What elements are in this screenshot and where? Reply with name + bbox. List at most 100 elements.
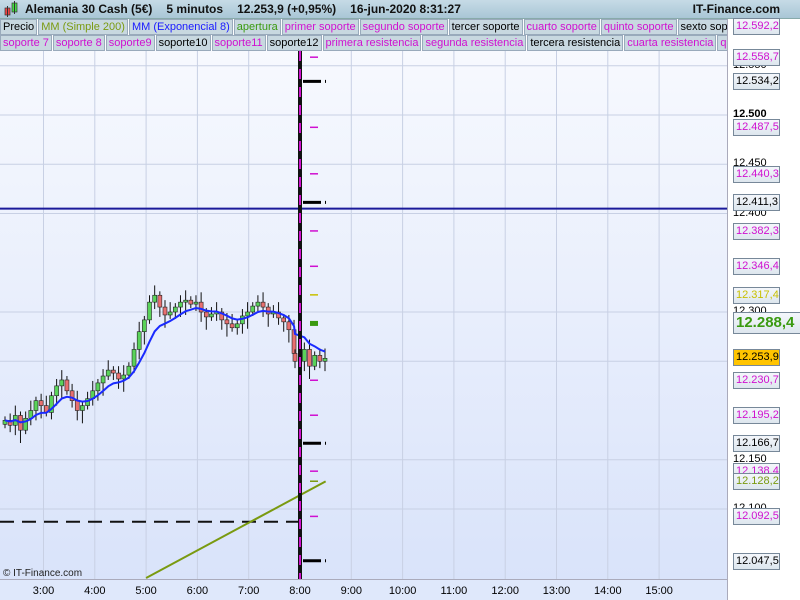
- x-tick-label: 9:00: [340, 585, 363, 597]
- candle: [100, 375, 106, 384]
- legend-row-2: soporte 7 soporte 8 soporte9 soporte10 sopor…: [0, 35, 727, 51]
- candle: [183, 299, 188, 303]
- candle: [59, 379, 65, 387]
- price-chart[interactable]: [0, 51, 727, 579]
- candle: [157, 294, 163, 308]
- legend-item[interactable]: soporte 7: [0, 35, 52, 51]
- level-label: 12.253,9: [733, 349, 780, 367]
- legend-item[interactable]: primer soporte: [281, 19, 359, 35]
- level-label: 12.166,7: [733, 435, 780, 453]
- candle: [250, 305, 256, 313]
- time-axis: 3:00 4:00 5:00 6:00 7:00 8:00 9:00 10:00 11:00 12…: [0, 579, 727, 600]
- candle: [193, 301, 199, 305]
- x-tick-label: 7:00: [237, 585, 260, 597]
- candle: [317, 355, 323, 362]
- last-price: 12.253,9 (+0,95%): [237, 2, 337, 16]
- candle: [307, 349, 312, 367]
- x-tick-label: 14:00: [594, 585, 622, 597]
- x-tick-label: 12:00: [491, 585, 519, 597]
- datetime: 16-jun-2020 8:31:27: [350, 2, 461, 16]
- candle: [54, 385, 59, 397]
- candle: [281, 317, 287, 323]
- candle: [147, 301, 152, 321]
- x-tick-label: 10:00: [388, 585, 417, 597]
- candle: [260, 301, 266, 308]
- timeframe[interactable]: 5 minutos: [166, 2, 223, 16]
- candle: [286, 321, 292, 331]
- x-tick-label: 13:00: [542, 585, 571, 597]
- candle: [178, 301, 183, 308]
- candle: [302, 349, 307, 362]
- candle: [167, 311, 173, 316]
- candle: [203, 311, 209, 318]
- x-tick-label: 8:00: [289, 585, 311, 597]
- candle: [105, 369, 111, 377]
- x-tick-label: 4:00: [84, 585, 106, 597]
- legend-item[interactable]: segunda resistencia: [422, 35, 527, 51]
- candle: [142, 319, 147, 333]
- legend-item[interactable]: primera resistencia: [322, 35, 422, 51]
- legend-item[interactable]: soporte12: [266, 35, 322, 51]
- legend-item[interactable]: tercer soporte: [448, 19, 523, 35]
- level-label: 12.411,3: [733, 194, 780, 212]
- candle: [95, 382, 101, 392]
- legend-item[interactable]: cuarto soporte: [523, 19, 600, 35]
- level-label: 12.534,2: [733, 73, 780, 91]
- candle: [74, 400, 80, 411]
- x-tick-label: 5:00: [135, 585, 157, 597]
- level-label: 12.346,4: [733, 258, 780, 276]
- candle: [111, 369, 116, 374]
- candle: [322, 357, 328, 362]
- candle: [198, 301, 204, 313]
- legend-item[interactable]: quinto soporte: [600, 19, 677, 35]
- candle: [224, 319, 230, 325]
- x-tick-label: 11:00: [440, 585, 468, 597]
- price-axis: 12.55012.50012.45012.40012.30012.25012.1…: [727, 18, 800, 600]
- level-label: 12.592,2: [733, 18, 780, 35]
- candle: [209, 313, 214, 318]
- title-bar: Alemania 30 Cash (5€) 5 minutos 12.253,9…: [0, 0, 800, 19]
- legend-item[interactable]: Precio: [0, 19, 38, 35]
- candle: [136, 331, 142, 350]
- candle: [255, 301, 261, 307]
- y-tick-label: 12.500: [733, 108, 767, 120]
- legend-item[interactable]: soporte10: [155, 35, 211, 51]
- legend-item[interactable]: MM (Simple 200): [38, 19, 128, 35]
- copyright: © IT-Finance.com: [3, 568, 83, 579]
- chart-canvas: [0, 51, 727, 579]
- candle: [131, 349, 137, 367]
- candle: [152, 294, 157, 303]
- x-tick-label: 6:00: [186, 585, 209, 597]
- legend-item[interactable]: MM (Exponencial 8): [128, 19, 233, 35]
- brand: IT-Finance.com: [692, 2, 780, 16]
- candle: [234, 323, 240, 329]
- candle: [229, 323, 235, 329]
- legend-item[interactable]: cuarta resistencia: [624, 35, 717, 51]
- legend-item[interactable]: apertura: [233, 19, 281, 35]
- legend-item[interactable]: soporte11: [211, 35, 266, 51]
- candle: [80, 405, 85, 411]
- level-label: 12.230,7: [733, 372, 780, 390]
- candle: [312, 355, 317, 367]
- level-label: 12.440,3: [733, 165, 780, 183]
- level-label: 12.558,7: [733, 49, 780, 67]
- candle: [64, 379, 70, 392]
- legend-item[interactable]: segundo soporte: [359, 19, 448, 35]
- candle: [162, 306, 168, 316]
- candle: [121, 374, 127, 380]
- legend-item[interactable]: sexto soporte: [677, 19, 727, 35]
- candle: [245, 311, 250, 317]
- level-label: 12.487,5: [733, 119, 780, 137]
- candle: [188, 299, 194, 305]
- instrument-name: Alemania 30 Cash (5€): [25, 2, 153, 16]
- candle: [292, 353, 298, 362]
- legend-row-1: Precio MM (Simple 200) MM (Exponencial 8) a…: [0, 19, 727, 35]
- legend-item[interactable]: quinta: [717, 35, 727, 51]
- candle: [116, 372, 121, 380]
- legend-item[interactable]: tercera resistencia: [527, 35, 624, 51]
- legend-item[interactable]: soporte9: [105, 35, 155, 51]
- legend-item[interactable]: soporte 8: [52, 35, 105, 51]
- level-label: 12.128,2: [733, 473, 780, 491]
- level-label: 12.195,2: [733, 407, 780, 425]
- level-label: 12.047,5: [733, 552, 780, 570]
